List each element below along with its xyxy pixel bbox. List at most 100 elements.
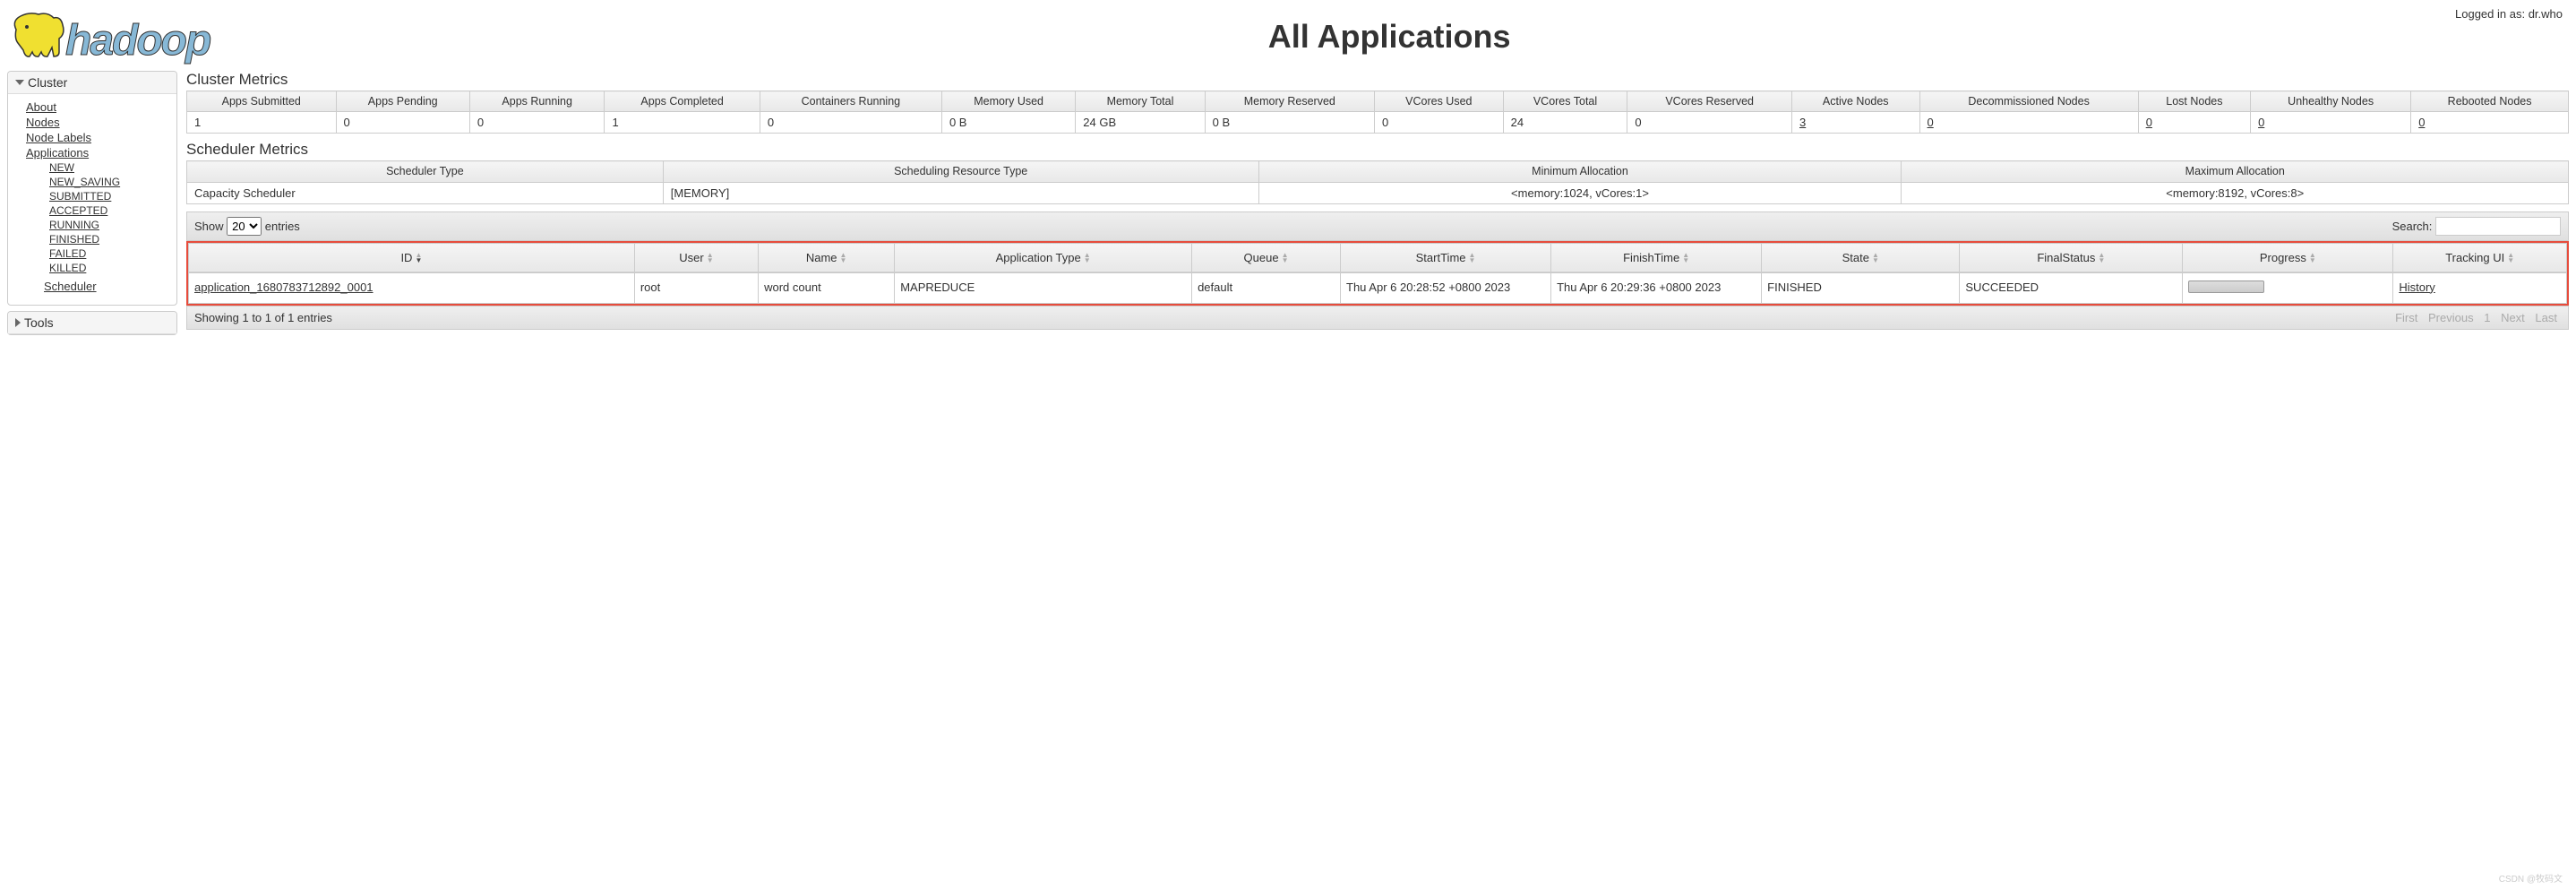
- th-finalstatus[interactable]: FinalStatus▲▼: [1960, 243, 2183, 272]
- hadoop-logo: hadoop: [7, 7, 210, 65]
- td-resource-type: [MEMORY]: [663, 182, 1258, 203]
- page-title: All Applications: [210, 18, 2569, 56]
- cluster-metrics-title: Cluster Metrics: [186, 71, 2569, 89]
- th-id[interactable]: ID▲▼: [189, 243, 635, 272]
- td-unhealthy-nodes: 0: [2251, 112, 2411, 134]
- page-current[interactable]: 1: [2480, 311, 2494, 324]
- td-user: root: [634, 272, 758, 303]
- sidebar-link-new-saving[interactable]: NEW_SAVING: [49, 175, 176, 189]
- unhealthy-nodes-link[interactable]: 0: [2258, 116, 2264, 129]
- td-max-alloc: <memory:8192, vCores:8>: [1902, 182, 2569, 203]
- scheduler-metrics-title: Scheduler Metrics: [186, 141, 2569, 159]
- page-previous[interactable]: Previous: [2425, 311, 2477, 324]
- td-progress: [2183, 272, 2393, 303]
- td-vcores-used: 0: [1375, 112, 1504, 134]
- sidebar-link-applications[interactable]: Applications: [26, 145, 176, 160]
- th-progress[interactable]: Progress▲▼: [2183, 243, 2393, 272]
- td-containers-running: 0: [760, 112, 941, 134]
- footer-info: Showing 1 to 1 of 1 entries: [194, 311, 332, 324]
- sidebar-link-about[interactable]: About: [26, 99, 176, 115]
- th-apps-running: Apps Running: [469, 91, 605, 112]
- td-rebooted-nodes: 0: [2411, 112, 2569, 134]
- table-footer: Showing 1 to 1 of 1 entries First Previo…: [186, 306, 2569, 330]
- td-apps-completed: 1: [605, 112, 760, 134]
- sidebar-link-accepted[interactable]: ACCEPTED: [49, 203, 176, 218]
- td-queue: default: [1192, 272, 1341, 303]
- td-active-nodes: 3: [1791, 112, 1919, 134]
- td-memory-used: 0 B: [941, 112, 1075, 134]
- sidebar-link-running[interactable]: RUNNING: [49, 218, 176, 232]
- sidebar-link-killed[interactable]: KILLED: [49, 261, 176, 275]
- td-final: SUCCEEDED: [1960, 272, 2183, 303]
- app-id-link[interactable]: application_1680783712892_0001: [194, 281, 374, 294]
- chevron-down-icon: [15, 80, 24, 85]
- sidebar-link-finished[interactable]: FINISHED: [49, 232, 176, 246]
- search-label: Search:: [2392, 220, 2433, 233]
- td-memory-total: 24 GB: [1076, 112, 1205, 134]
- chevron-right-icon: [15, 318, 21, 327]
- th-tracking[interactable]: Tracking UI▲▼: [2393, 243, 2567, 272]
- page-last[interactable]: Last: [2531, 311, 2561, 324]
- td-scheduler-type: Capacity Scheduler: [187, 182, 664, 203]
- th-vcores-reserved: VCores Reserved: [1627, 91, 1792, 112]
- th-app-type[interactable]: Application Type▲▼: [895, 243, 1192, 272]
- th-finishtime[interactable]: FinishTime▲▼: [1551, 243, 1762, 272]
- elephant-icon: [7, 7, 70, 65]
- applications-table: ID▲▼ User▲▼ Name▲▼ Application Type▲▼ Qu…: [188, 243, 2567, 272]
- th-apps-completed: Apps Completed: [605, 91, 760, 112]
- th-memory-reserved: Memory Reserved: [1205, 91, 1374, 112]
- th-memory-total: Memory Total: [1076, 91, 1205, 112]
- td-apps-pending: 0: [336, 112, 469, 134]
- td-name: word count: [759, 272, 895, 303]
- tools-label: Tools: [24, 315, 54, 330]
- table-row: application_1680783712892_0001 root word…: [189, 272, 2567, 303]
- lost-nodes-link[interactable]: 0: [2146, 116, 2152, 129]
- th-decommissioned-nodes: Decommissioned Nodes: [1919, 91, 2138, 112]
- th-user[interactable]: User▲▼: [634, 243, 758, 272]
- active-nodes-link[interactable]: 3: [1799, 116, 1806, 129]
- td-vcores-reserved: 0: [1627, 112, 1792, 134]
- sidebar-tools-header[interactable]: Tools: [8, 312, 176, 334]
- sidebar: Cluster About Nodes Node Labels Applicat…: [7, 71, 177, 341]
- sidebar-link-new[interactable]: NEW: [49, 160, 176, 175]
- th-name[interactable]: Name▲▼: [759, 243, 895, 272]
- search-input[interactable]: [2435, 217, 2561, 236]
- th-containers-running: Containers Running: [760, 91, 941, 112]
- cluster-metrics-table: Apps Submitted Apps Pending Apps Running…: [186, 91, 2569, 134]
- table-controls: Show 20 entries Search:: [186, 211, 2569, 241]
- td-state: FINISHED: [1762, 272, 1960, 303]
- show-label: Show: [194, 220, 224, 233]
- th-memory-used: Memory Used: [941, 91, 1075, 112]
- th-queue[interactable]: Queue▲▼: [1192, 243, 1341, 272]
- td-min-alloc: <memory:1024, vCores:1>: [1258, 182, 1902, 203]
- page-size-select[interactable]: 20: [227, 217, 262, 236]
- sidebar-link-nodes[interactable]: Nodes: [26, 115, 176, 130]
- tracking-link[interactable]: History: [2399, 281, 2434, 294]
- th-starttime[interactable]: StartTime▲▼: [1341, 243, 1551, 272]
- sidebar-link-failed[interactable]: FAILED: [49, 246, 176, 261]
- td-lost-nodes: 0: [2138, 112, 2250, 134]
- entries-label: entries: [265, 220, 300, 233]
- th-apps-pending: Apps Pending: [336, 91, 469, 112]
- th-vcores-total: VCores Total: [1503, 91, 1627, 112]
- td-finish: Thu Apr 6 20:29:36 +0800 2023: [1551, 272, 1762, 303]
- watermark: CSDN @牧码文: [2499, 871, 2563, 885]
- td-start: Thu Apr 6 20:28:52 +0800 2023: [1341, 272, 1551, 303]
- rebooted-nodes-link[interactable]: 0: [2418, 116, 2425, 129]
- page-first[interactable]: First: [2391, 311, 2421, 324]
- th-lost-nodes: Lost Nodes: [2138, 91, 2250, 112]
- sidebar-cluster-header[interactable]: Cluster: [8, 72, 176, 94]
- sidebar-link-submitted[interactable]: SUBMITTED: [49, 189, 176, 203]
- page-next[interactable]: Next: [2497, 311, 2529, 324]
- th-min-alloc: Minimum Allocation: [1258, 161, 1902, 182]
- th-apps-submitted: Apps Submitted: [187, 91, 337, 112]
- th-active-nodes: Active Nodes: [1791, 91, 1919, 112]
- cluster-label: Cluster: [28, 75, 67, 90]
- th-state[interactable]: State▲▼: [1762, 243, 1960, 272]
- sidebar-link-node-labels[interactable]: Node Labels: [26, 130, 176, 145]
- th-unhealthy-nodes: Unhealthy Nodes: [2251, 91, 2411, 112]
- td-app-type: MAPREDUCE: [895, 272, 1192, 303]
- decommissioned-nodes-link[interactable]: 0: [1928, 116, 1934, 129]
- sidebar-link-scheduler[interactable]: Scheduler: [44, 279, 176, 294]
- td-apps-submitted: 1: [187, 112, 337, 134]
